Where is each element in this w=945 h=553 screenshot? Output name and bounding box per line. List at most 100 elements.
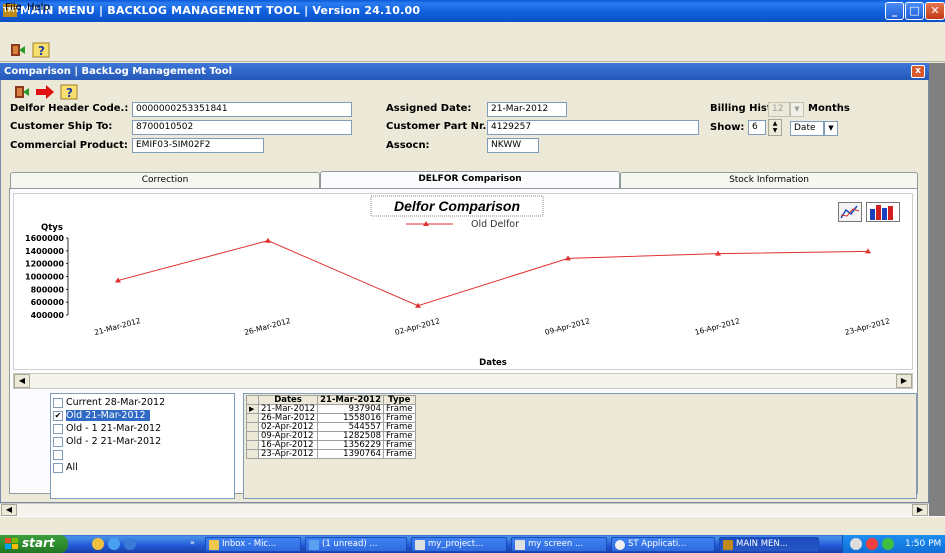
outlook-icon: [209, 540, 219, 550]
scroll-right-icon[interactable]: ▶: [896, 374, 912, 388]
tray-icon[interactable]: [882, 538, 894, 550]
child-close-button[interactable]: x: [911, 65, 925, 78]
assocn-field[interactable]: NKWW: [487, 138, 539, 153]
quicklaunch-icon[interactable]: [108, 538, 120, 550]
checkbox-checked-icon[interactable]: ✔: [53, 410, 63, 421]
window-icon: [515, 540, 525, 550]
legend-label: Old Delfor: [471, 219, 519, 230]
row-selector[interactable]: [246, 440, 259, 450]
menu-file[interactable]: File: [5, 2, 22, 13]
menu-help[interactable]: Help: [27, 2, 50, 13]
customer-ship-field[interactable]: 8700010502: [132, 120, 352, 135]
row-selector[interactable]: [246, 413, 259, 423]
cell-type[interactable]: Frame: [383, 449, 416, 459]
arrow-right-icon[interactable]: [34, 82, 56, 102]
clock: 1:50 PM: [905, 539, 942, 549]
child-window-title: Comparison | BackLog Management Tool: [4, 66, 233, 77]
commercial-product-field[interactable]: EMIF03-SIM02F2: [132, 138, 264, 153]
billing-history-dropdown-icon[interactable]: ▼: [790, 102, 804, 117]
checkbox[interactable]: [53, 449, 63, 460]
tray-icon[interactable]: [866, 538, 878, 550]
cell-qty[interactable]: 1390764: [317, 449, 385, 459]
scroll-right-icon[interactable]: ▶: [912, 504, 928, 516]
y-tick-label: 800000: [31, 285, 65, 294]
start-button[interactable]: start: [0, 535, 68, 553]
task-project[interactable]: my_project...: [411, 537, 507, 552]
delfor-header-field[interactable]: 0000000253351841: [132, 102, 352, 117]
task-label: Inbox - Mic...: [222, 539, 277, 549]
task-browser[interactable]: (1 unread) ...: [305, 537, 407, 552]
chart-title: Delfor Comparison: [394, 198, 520, 214]
line-chart-icon[interactable]: [838, 202, 862, 222]
row-selector[interactable]: [246, 431, 259, 441]
y-tick-label: 1200000: [25, 260, 64, 269]
task-label: (1 unread) ...: [322, 539, 378, 549]
svg-text:?: ?: [66, 86, 73, 100]
x-tick-label: 02-Apr-2012: [394, 316, 441, 337]
scroll-left-icon[interactable]: ◀: [14, 374, 30, 388]
quicklaunch-overflow-icon[interactable]: »: [190, 538, 195, 547]
data-point: [265, 237, 271, 243]
task-main-menu[interactable]: MAIN MEN...: [719, 537, 819, 552]
x-axis-label: Dates: [479, 358, 507, 368]
y-tick-label: 400000: [31, 311, 65, 320]
internet-explorer-icon[interactable]: [124, 538, 136, 550]
tab-delfor-comparison[interactable]: DELFOR Comparison: [320, 171, 620, 189]
menu-bar: [0, 22, 945, 38]
row-pointer-icon[interactable]: ▶: [246, 404, 259, 414]
task-label: MAIN MEN...: [736, 539, 788, 549]
table-row[interactable]: 23-Apr-2012 1390764 Frame: [246, 449, 416, 459]
close-window-button[interactable]: ✕: [925, 2, 945, 20]
list-item[interactable]: [53, 448, 229, 461]
tray-icon[interactable]: [850, 538, 862, 550]
scroll-left-icon[interactable]: ◀: [1, 504, 17, 516]
commercial-product-label: Commercial Product:: [10, 140, 128, 151]
show-count-spinner-icon[interactable]: ▲ ▼: [768, 119, 782, 136]
tab-stock-information[interactable]: Stock Information: [620, 172, 918, 188]
exit-door-icon[interactable]: [10, 82, 32, 102]
show-unit-dropdown-icon[interactable]: ▼: [824, 121, 838, 136]
list-item[interactable]: Old - 2 21-Mar-2012: [53, 435, 229, 448]
minimize-button[interactable]: _: [885, 2, 904, 20]
billing-history-select[interactable]: 12: [768, 102, 790, 117]
x-tick-label: 23-Apr-2012: [844, 316, 891, 337]
customer-part-label: Customer Part Nr.:: [386, 121, 491, 132]
cell-date[interactable]: 23-Apr-2012: [257, 449, 319, 459]
delfor-header-label: Delfor Header Code.:: [10, 103, 129, 114]
assigned-date-field[interactable]: 21-Mar-2012: [487, 102, 567, 117]
delfor-comparison-chart: Delfor Comparison Old Delfor Qtys Dates …: [25, 195, 891, 368]
customer-part-field[interactable]: 4129257: [487, 120, 699, 135]
checkbox[interactable]: [53, 397, 63, 408]
quicklaunch-icon[interactable]: [92, 538, 104, 550]
task-inbox[interactable]: Inbox - Mic...: [205, 537, 301, 552]
window-scrollbar[interactable]: [0, 503, 929, 516]
data-point: [865, 248, 871, 254]
maximize-button[interactable]: □: [905, 2, 924, 20]
list-item[interactable]: All: [53, 461, 229, 474]
task-screen[interactable]: my screen ...: [511, 537, 607, 552]
checkbox[interactable]: [53, 436, 63, 447]
checkbox[interactable]: [53, 462, 63, 473]
show-unit-select[interactable]: Date: [790, 121, 824, 136]
help-icon[interactable]: ?: [30, 40, 52, 60]
show-count-field[interactable]: 6: [748, 120, 766, 135]
list-item[interactable]: Current 28-Mar-2012: [53, 396, 229, 409]
exit-door-icon[interactable]: [6, 40, 28, 60]
row-selector[interactable]: [246, 422, 259, 432]
help-icon[interactable]: ?: [58, 82, 80, 102]
bar-chart-icon[interactable]: [866, 202, 900, 222]
task-st-application[interactable]: ST Applicati...: [611, 537, 715, 552]
tab-correction[interactable]: Correction: [10, 172, 320, 188]
svg-text:?: ?: [38, 44, 45, 58]
checkbox[interactable]: [53, 423, 63, 434]
list-item[interactable]: ✔ Old 21-Mar-2012: [53, 409, 229, 422]
window-title: MAIN MENU | BACKLOG MANAGEMENT TOOL | Ve…: [20, 4, 421, 17]
months-label: Months: [808, 103, 850, 114]
list-item-label: All: [66, 462, 78, 473]
y-tick-label: 1000000: [25, 273, 64, 282]
row-selector[interactable]: [246, 449, 259, 459]
list-item[interactable]: Old - 1 21-Mar-2012: [53, 422, 229, 435]
task-label: ST Applicati...: [628, 539, 687, 549]
y-tick-label: 600000: [31, 298, 65, 307]
chart-scrollbar[interactable]: [13, 373, 913, 389]
